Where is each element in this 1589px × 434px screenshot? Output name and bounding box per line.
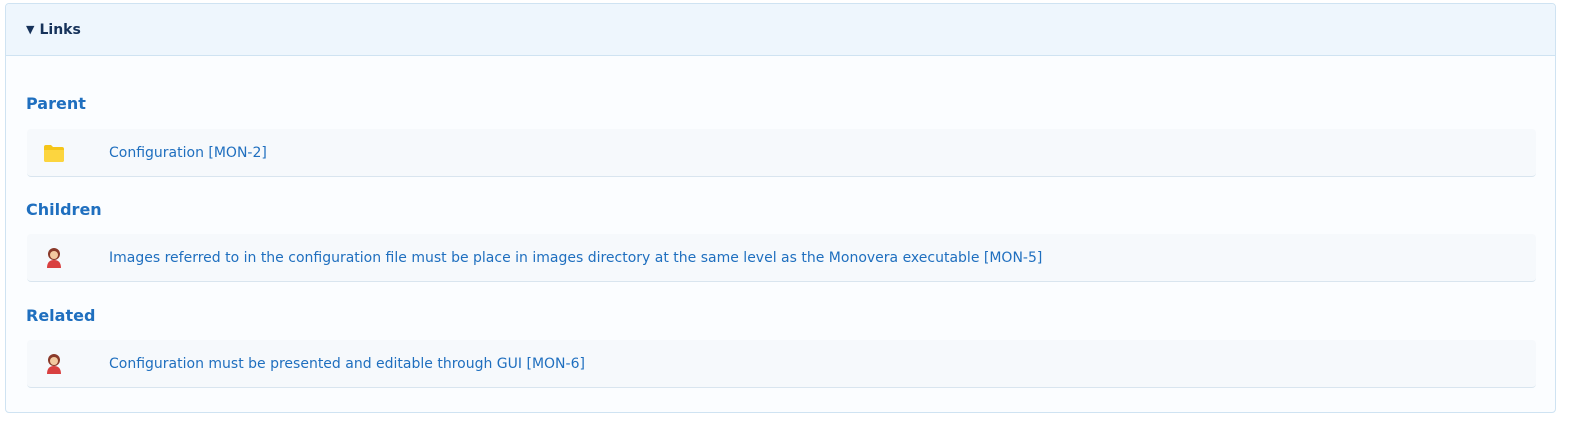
child-link-row[interactable]: Images referred to in the configuration … bbox=[27, 234, 1536, 282]
person-icon bbox=[43, 353, 65, 375]
folder-icon bbox=[43, 142, 65, 164]
section-title-parent: Parent bbox=[26, 94, 86, 113]
person-icon bbox=[43, 247, 65, 269]
section-title-related: Related bbox=[26, 306, 96, 325]
child-link[interactable]: Images referred to in the configuration … bbox=[109, 250, 1042, 266]
collapse-toggle-icon[interactable]: ▼ bbox=[26, 23, 34, 36]
links-panel: ▼ Links Parent Configuration [MON-2] Chi… bbox=[5, 3, 1556, 413]
related-link-row[interactable]: Configuration must be presented and edit… bbox=[27, 340, 1536, 388]
links-panel-title: Links bbox=[39, 21, 81, 38]
related-link[interactable]: Configuration must be presented and edit… bbox=[109, 356, 585, 372]
parent-link-row[interactable]: Configuration [MON-2] bbox=[27, 129, 1536, 177]
parent-link[interactable]: Configuration [MON-2] bbox=[109, 145, 267, 161]
section-title-children: Children bbox=[26, 200, 102, 219]
links-panel-header[interactable]: ▼ Links bbox=[6, 4, 1555, 56]
